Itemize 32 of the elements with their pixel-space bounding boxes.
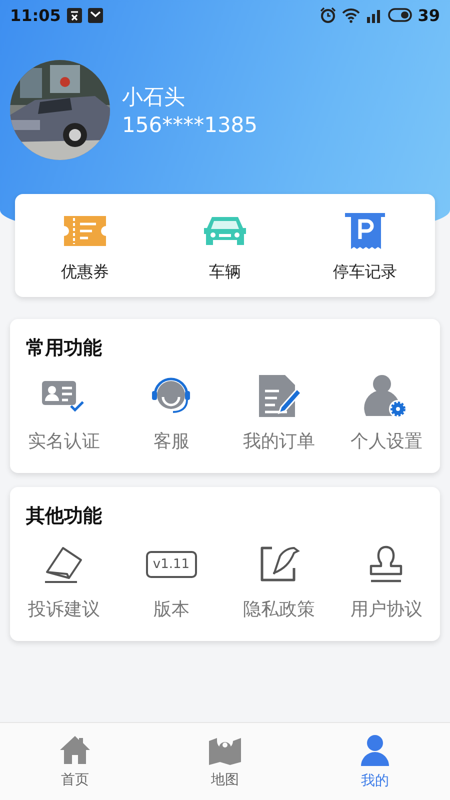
function-item[interactable]: 客服 [118,373,225,453]
function-item[interactable]: 隐私政策 [225,541,332,621]
function-item[interactable]: 个人设置 [332,373,440,453]
function-item[interactable]: 投诉建议 [10,541,118,621]
function-item[interactable]: v1.11 版本 [118,541,225,621]
section-title: 常用功能 [26,336,103,361]
parking-receipt-icon [344,211,386,251]
alarm-icon [320,7,336,23]
section-title: 其他功能 [26,504,103,529]
user-settings-icon [364,374,408,418]
tab[interactable]: 地图 [150,723,300,800]
quick-link[interactable]: 车辆 [155,210,295,283]
quick-link[interactable]: 优惠券 [15,210,155,283]
status-time: 11:05 [10,6,61,24]
tab[interactable]: 我的 [300,723,450,800]
user-name: 小石头 [122,84,186,111]
id-card-icon [42,379,86,413]
tab[interactable]: 首页 [0,723,150,800]
wifi-icon [342,8,360,22]
signal-icon [366,8,382,22]
quick-link[interactable]: 停车记录 [295,210,435,283]
function-item[interactable]: 用户协议 [332,541,440,621]
user-icon [360,734,390,766]
phone-number: 156****1385 [122,113,258,137]
document-pen-icon [256,373,301,419]
ticket-icon [62,214,108,248]
function-item[interactable]: 我的订单 [225,373,332,453]
battery-level: 39 [418,6,440,24]
battery-icon [388,8,412,22]
home-icon [59,734,91,764]
version-badge: v1.11 [146,550,197,578]
function-item[interactable]: 实名认证 [10,373,118,453]
